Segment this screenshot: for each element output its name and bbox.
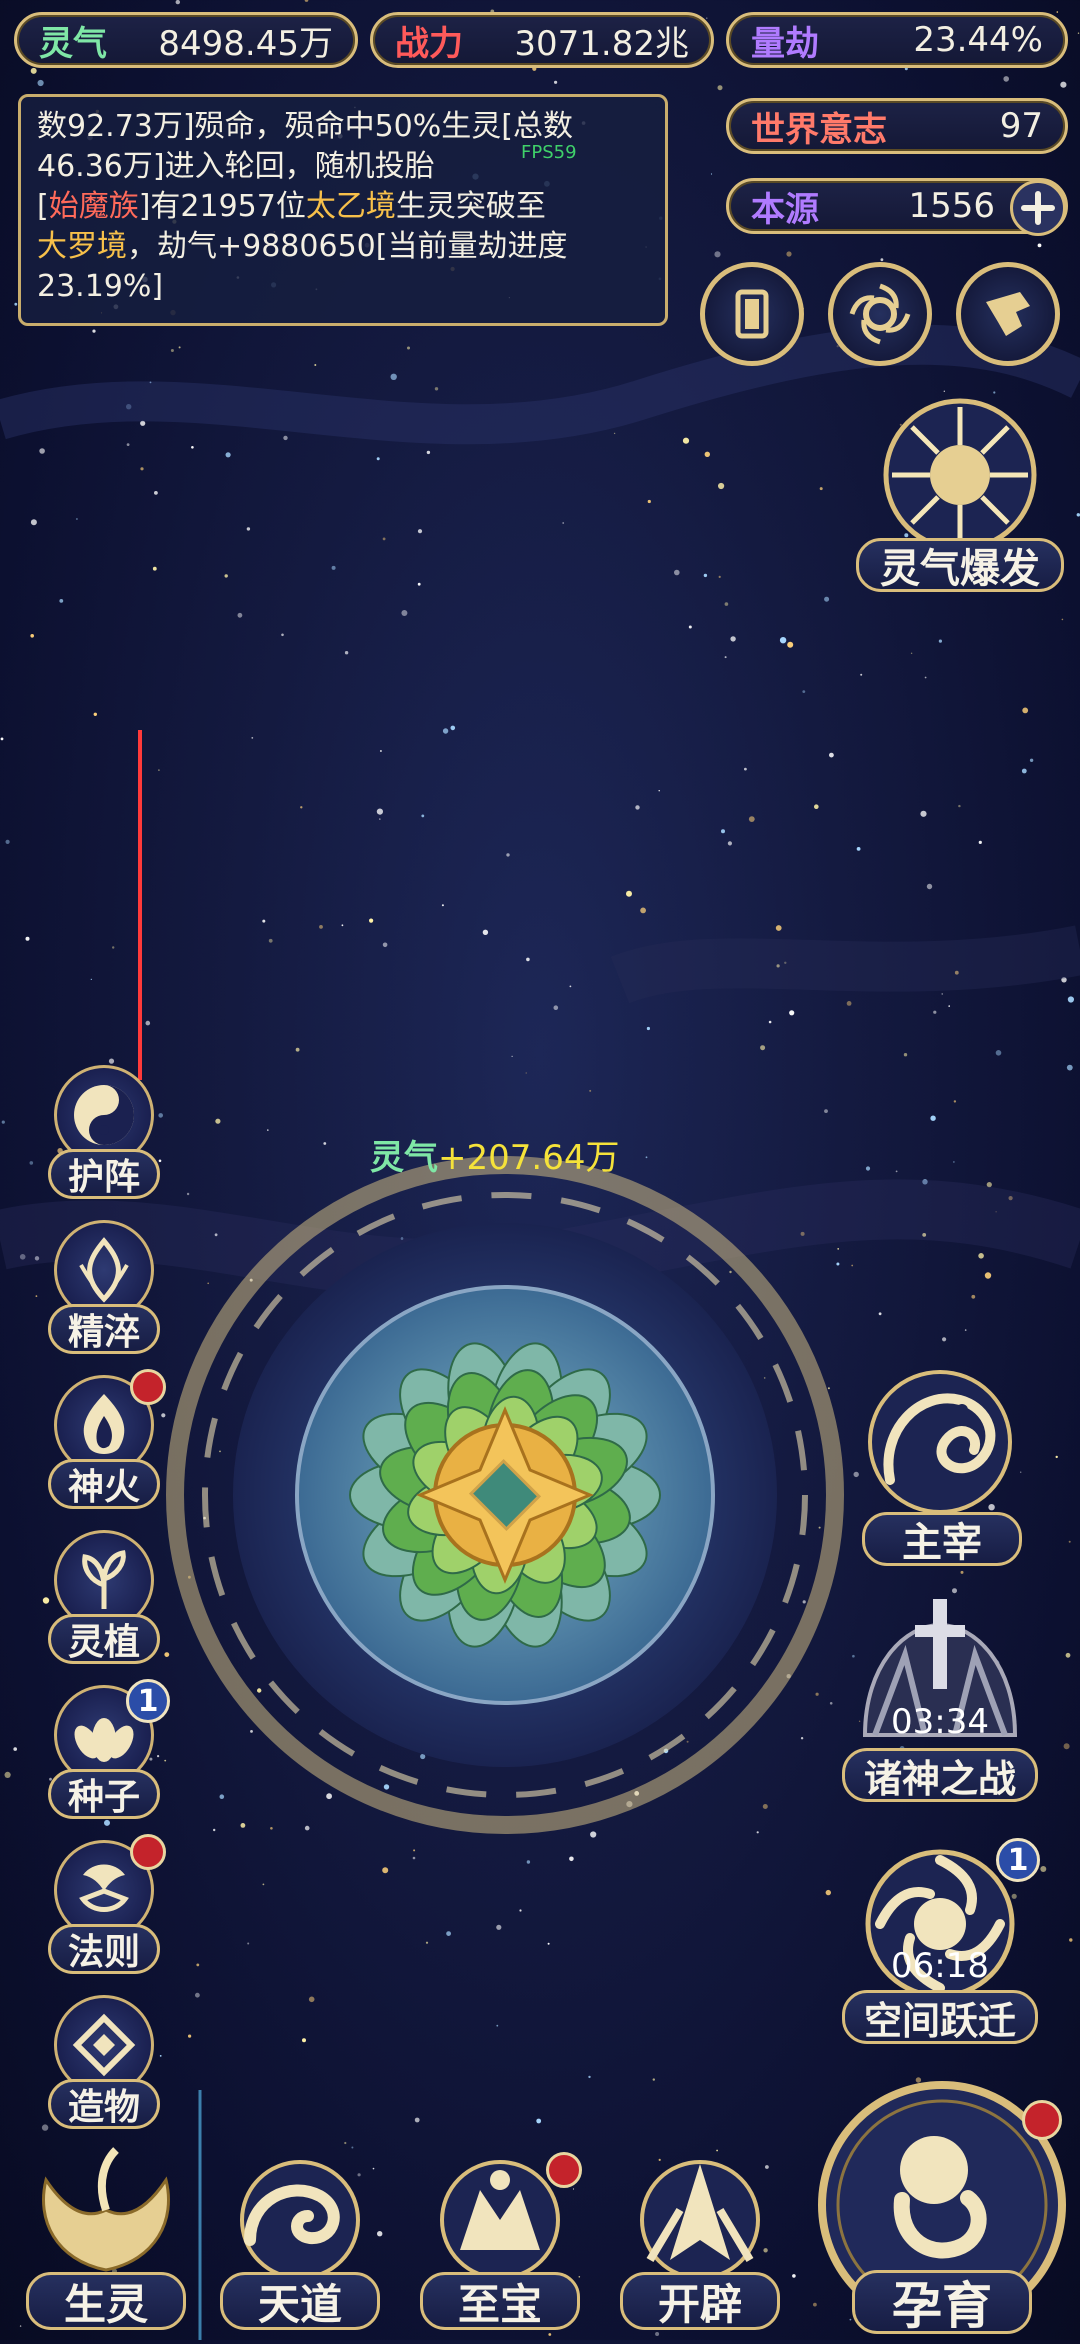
zhibao-label: 至宝 bbox=[420, 2272, 580, 2330]
burst-button[interactable]: 灵气爆发 bbox=[856, 538, 1064, 592]
yunyu-label: 孕育 bbox=[852, 2270, 1032, 2335]
flame-lotus-icon bbox=[79, 1237, 129, 1303]
shenhuo-button[interactable]: 神火 bbox=[44, 1369, 166, 1509]
axe-peak-icon bbox=[640, 2160, 760, 2280]
plus-icon bbox=[1021, 191, 1055, 225]
lingqi-label: 灵气 bbox=[39, 23, 107, 64]
shijie-value: 97 bbox=[999, 106, 1043, 146]
shijie-stat: 世界意志 97 bbox=[726, 98, 1068, 154]
liangjie-value: 23.44% bbox=[913, 20, 1043, 60]
shijie-label: 世界意志 bbox=[751, 109, 887, 150]
tiandao-button[interactable]: 天道 bbox=[210, 2140, 390, 2340]
cards-icon bbox=[735, 289, 769, 339]
alert-dot bbox=[130, 1834, 166, 1870]
kongjian-button[interactable]: 空间跃迁 bbox=[842, 1990, 1038, 2044]
faze-button[interactable]: 法则 bbox=[44, 1834, 166, 1974]
alert-dot bbox=[130, 1369, 166, 1405]
log-line: 大罗境，劫气+9880650[当前量劫进度 bbox=[37, 229, 568, 264]
jingcui-button[interactable]: 精淬 bbox=[44, 1220, 164, 1354]
alert-dot bbox=[1022, 2100, 1062, 2140]
zhuzai-button[interactable]: 主宰 bbox=[862, 1512, 1022, 1566]
lingqi-gain: 灵气+207.64万 bbox=[370, 1138, 620, 1178]
zhongzi-button[interactable]: 种子 1 bbox=[44, 1679, 170, 1819]
fire-icon bbox=[83, 1394, 125, 1454]
benyuan-label: 本源 bbox=[751, 189, 819, 230]
zaowu-button[interactable]: 造物 bbox=[44, 1995, 164, 2129]
kongjian-timer: 06:18 bbox=[891, 1946, 989, 1986]
fist-button[interactable] bbox=[956, 262, 1060, 366]
zhanli-label: 战力 bbox=[395, 23, 463, 64]
realm-name: 太乙境 bbox=[305, 189, 396, 224]
shenhuo-label: 神火 bbox=[48, 1459, 160, 1509]
shengling-label: 生灵 bbox=[26, 2272, 186, 2330]
tiandao-label: 天道 bbox=[220, 2272, 380, 2330]
diamond-icon bbox=[72, 2013, 136, 2077]
log-line: [始魔族]有21957位太乙境生灵突破至 bbox=[37, 189, 546, 224]
zhongzi-label: 种子 bbox=[48, 1769, 160, 1819]
zhushen-timer: 03:34 bbox=[891, 1702, 989, 1742]
count-badge: 1 bbox=[996, 1838, 1040, 1882]
log-line: 23.19%] bbox=[37, 269, 164, 304]
add-benyuan-button[interactable] bbox=[1010, 180, 1066, 236]
alert-dot bbox=[546, 2152, 582, 2188]
lingzhi-button[interactable]: 灵植 bbox=[44, 1530, 164, 1664]
zhushen-button[interactable]: 诸神之战 bbox=[842, 1748, 1038, 1802]
liangjie-stat: 量劫 23.44% bbox=[726, 12, 1068, 68]
zaowu-label: 造物 bbox=[48, 2079, 160, 2129]
zhibao-button[interactable]: 至宝 bbox=[410, 2140, 590, 2340]
swirl-cloud-icon bbox=[240, 2160, 360, 2280]
jingcui-label: 精淬 bbox=[48, 1304, 160, 1354]
fps-counter: FPS59 bbox=[521, 142, 577, 163]
lingzhi-label: 灵植 bbox=[48, 1614, 160, 1664]
faze-label: 法则 bbox=[48, 1924, 160, 1974]
yin-yang-icon bbox=[74, 1085, 134, 1145]
liangjie-label: 量劫 bbox=[751, 23, 819, 64]
event-log: 数92.73万]殒命，殒命中50%生灵[总数 46.36万]进入轮回，随机投胎 … bbox=[18, 94, 668, 326]
huzhen-label: 护阵 bbox=[48, 1149, 160, 1199]
benyuan-value: 1556 bbox=[908, 186, 995, 226]
kaipi-button[interactable]: 开辟 bbox=[610, 2140, 790, 2340]
kaipi-label: 开辟 bbox=[620, 2272, 780, 2330]
phoenix-icon bbox=[42, 2147, 170, 2272]
race-name: 始魔族 bbox=[48, 189, 139, 224]
vortex-icon bbox=[849, 283, 911, 345]
lingqi-stat: 灵气 8498.45万 bbox=[14, 12, 358, 68]
plant-icon bbox=[82, 1550, 126, 1609]
cards-button[interactable] bbox=[700, 262, 804, 366]
huzhen-button[interactable]: 护阵 bbox=[44, 1065, 164, 1199]
vortex-button[interactable] bbox=[828, 262, 932, 366]
lingqi-value: 8498.45万 bbox=[158, 23, 333, 64]
yunyu-button[interactable]: 孕育 bbox=[812, 2070, 1072, 2340]
realm-name: 大罗境 bbox=[37, 229, 127, 264]
rune-icon bbox=[79, 1864, 129, 1912]
zhanli-stat: 战力 3071.82兆 bbox=[370, 12, 714, 68]
shengling-button[interactable]: 生灵 bbox=[16, 2140, 196, 2340]
fist-icon bbox=[986, 292, 1030, 336]
zhanli-value: 3071.82兆 bbox=[514, 23, 689, 64]
dragon-icon[interactable] bbox=[850, 1360, 1030, 1520]
count-badge: 1 bbox=[126, 1679, 170, 1723]
